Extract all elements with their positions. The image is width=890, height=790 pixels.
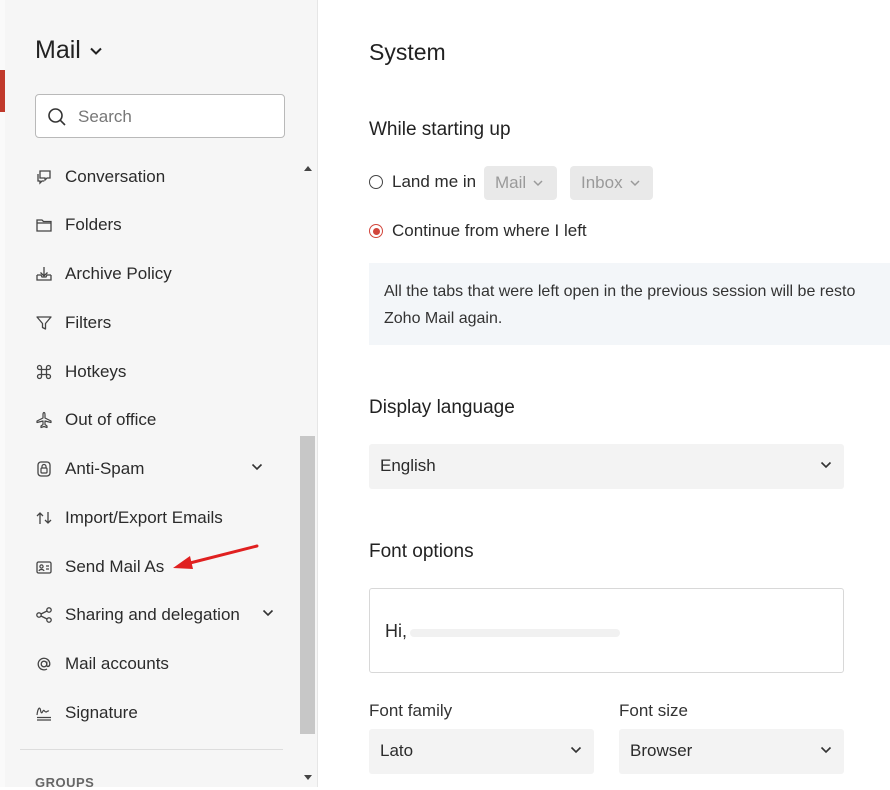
startup-heading: While starting up — [369, 119, 511, 140]
land-app-value: Mail — [495, 173, 527, 192]
sidebar-item-label: Anti-Spam — [65, 459, 145, 478]
font-family-label: Font family — [369, 701, 453, 720]
settings-content: System While starting up Land me in Mail… — [318, 0, 890, 787]
sidebar-item-label: Folders — [65, 215, 122, 234]
language-heading: Display language — [369, 397, 515, 418]
sidebar-item-out-of-office[interactable]: Out of office — [35, 402, 275, 438]
sidebar-item-label: Filters — [65, 313, 112, 332]
land-app-dropdown[interactable]: Mail — [484, 166, 557, 200]
continue-option[interactable]: Continue from where I left — [369, 221, 587, 241]
sidebar-item-label: Out of office — [65, 410, 157, 429]
chevron-down-icon — [630, 179, 640, 186]
sidebar-item-sharing-delegation[interactable]: Sharing and delegation — [35, 597, 275, 633]
sidebar-item-label: Archive Policy — [65, 264, 172, 283]
app-switcher[interactable]: Mail — [35, 36, 102, 65]
font-preview-box: Hi, — [369, 588, 844, 673]
scrollbar-thumb[interactable] — [300, 436, 315, 734]
sidebar-scrollbar[interactable] — [300, 158, 315, 787]
share-icon — [35, 606, 53, 624]
font-size-select[interactable]: Browser — [619, 729, 844, 774]
language-value: English — [380, 456, 436, 475]
sidebar-item-archive-policy[interactable]: Archive Policy — [35, 256, 275, 292]
sidebar-item-filters[interactable]: Filters — [35, 305, 275, 341]
folder-icon — [35, 216, 53, 234]
sidebar-item-label: Send Mail As — [65, 557, 165, 576]
chevron-down-icon — [820, 746, 832, 754]
id-card-icon — [35, 558, 53, 576]
chevron-down-icon[interactable] — [262, 609, 274, 617]
land-folder-value: Inbox — [581, 173, 623, 192]
command-key-icon — [35, 363, 53, 381]
sidebar-item-hotkeys[interactable]: Hotkeys — [35, 354, 275, 390]
sidebar-item-mail-accounts[interactable]: Mail accounts — [35, 646, 275, 682]
sidebar-item-conversation[interactable]: Conversation — [35, 159, 275, 195]
sidebar-item-signature[interactable]: Signature — [35, 695, 275, 731]
sidebar-divider — [20, 749, 283, 750]
conversation-icon — [35, 168, 53, 186]
sidebar-item-label: Import/Export Emails — [65, 508, 223, 527]
search-icon — [48, 108, 66, 126]
scroll-up-arrow-icon[interactable] — [304, 166, 312, 171]
scroll-down-arrow-icon[interactable] — [304, 775, 312, 780]
info-text-line: All the tabs that were left open in the … — [384, 283, 856, 300]
info-text-line: Zoho Mail again. — [384, 310, 503, 327]
sidebar-item-anti-spam[interactable]: Anti-Spam — [35, 451, 275, 487]
font-preview-redacted — [410, 629, 620, 637]
groups-heading: GROUPS — [35, 775, 95, 790]
continue-label: Continue from where I left — [392, 221, 587, 240]
sidebar-item-label: Hotkeys — [65, 362, 127, 381]
sidebar-item-folders[interactable]: Folders — [35, 207, 275, 243]
shield-icon — [35, 460, 53, 478]
search-box[interactable] — [35, 94, 285, 138]
import-export-icon — [35, 509, 53, 527]
font-family-value: Lato — [380, 741, 414, 760]
sidebar-item-import-export[interactable]: Import/Export Emails — [35, 500, 275, 536]
search-input[interactable] — [76, 103, 280, 131]
chevron-down-icon — [570, 746, 582, 754]
land-folder-dropdown[interactable]: Inbox — [570, 166, 653, 200]
continue-radio[interactable] — [369, 224, 383, 238]
font-size-value: Browser — [630, 741, 693, 760]
airplane-icon — [35, 411, 53, 429]
archive-icon — [35, 265, 53, 283]
chevron-down-icon — [533, 179, 543, 186]
at-sign-icon — [35, 655, 53, 673]
filter-icon — [35, 314, 53, 332]
sidebar-item-label: Signature — [65, 703, 138, 722]
sidebar-item-label: Conversation — [65, 167, 166, 186]
font-heading: Font options — [369, 541, 474, 562]
app-title: Mail — [35, 36, 81, 64]
land-me-in-radio[interactable] — [369, 175, 383, 189]
chevron-down-icon — [90, 47, 102, 55]
land-me-in-option[interactable]: Land me in — [369, 172, 476, 192]
chevron-down-icon — [820, 461, 832, 469]
sidebar-item-label: Mail accounts — [65, 654, 169, 673]
signature-icon — [35, 704, 53, 722]
sidebar-item-label: Sharing and delegation — [65, 605, 240, 624]
language-select[interactable]: English — [369, 444, 844, 489]
font-family-select[interactable]: Lato — [369, 729, 594, 774]
startup-info-box: All the tabs that were left open in the … — [369, 263, 890, 345]
sidebar-item-send-mail-as[interactable]: Send Mail As — [35, 549, 275, 585]
settings-sidebar: Mail Conversation Folders Archive Policy… — [5, 0, 318, 790]
font-preview-text: Hi, — [385, 621, 407, 641]
font-size-label: Font size — [619, 701, 688, 720]
land-me-in-label: Land me in — [392, 172, 477, 191]
chevron-down-icon[interactable] — [251, 463, 263, 471]
page-title: System — [369, 39, 446, 65]
